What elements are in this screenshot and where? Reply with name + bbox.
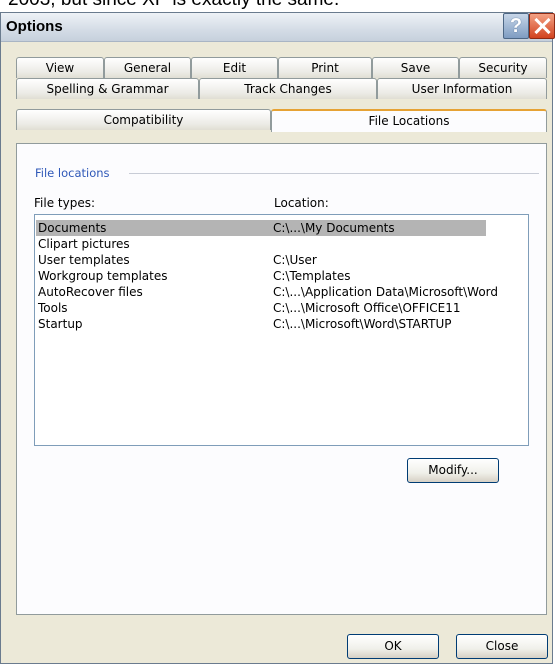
ok-button[interactable]: OK <box>347 634 439 659</box>
caption-text: 2003, but since XP is exactly the same. <box>8 0 339 11</box>
list-item[interactable]: Clipart pictures <box>36 236 486 252</box>
caption-fragment: 2003, but since XP is exactly the same. <box>0 0 555 12</box>
location: C:\User <box>273 253 317 267</box>
file-type: Startup <box>38 317 83 331</box>
file-locations-list[interactable]: Documents C:\...\My Documents Clipart pi… <box>34 214 529 446</box>
list-item[interactable]: User templates C:\User <box>36 252 486 268</box>
options-dialog: Options ? View General Edit Print Save S… <box>0 12 555 664</box>
group-divider <box>129 173 539 174</box>
location: C:\...\Microsoft\Word\STARTUP <box>273 317 452 331</box>
column-header-location: Location: <box>274 196 329 210</box>
tab-row-1: View General Edit Print Save Security <box>16 57 547 79</box>
file-locations-panel: File locations File types: Location: Doc… <box>16 143 547 615</box>
tab-user-information[interactable]: User Information <box>377 78 547 99</box>
file-type: User templates <box>38 253 130 267</box>
window-title: Options <box>6 18 63 35</box>
location: C:\Templates <box>273 269 351 283</box>
tab-file-locations[interactable]: File Locations <box>271 109 547 132</box>
list-item[interactable]: Startup C:\...\Microsoft\Word\STARTUP <box>36 316 486 332</box>
modify-button[interactable]: Modify... <box>407 458 499 483</box>
tab-compatibility[interactable]: Compatibility <box>16 109 271 130</box>
file-type: Clipart pictures <box>38 237 130 251</box>
tab-spelling-grammar[interactable]: Spelling & Grammar <box>16 78 199 99</box>
title-bar: Options ? <box>1 13 555 42</box>
close-button[interactable]: Close <box>456 634 548 659</box>
tab-track-changes[interactable]: Track Changes <box>199 78 377 99</box>
tab-print[interactable]: Print <box>278 57 372 78</box>
list-item[interactable]: Tools C:\...\Microsoft Office\OFFICE11 <box>36 300 486 316</box>
tab-row-2: Spelling & Grammar Track Changes User In… <box>16 78 547 100</box>
tab-general[interactable]: General <box>104 57 191 78</box>
close-icon <box>534 18 550 34</box>
file-type: Tools <box>38 301 68 315</box>
file-type: Documents <box>38 221 107 235</box>
help-icon: ? <box>509 15 523 37</box>
file-type: Workgroup templates <box>38 269 168 283</box>
list-item[interactable]: Workgroup templates C:\Templates <box>36 268 486 284</box>
column-header-file-types: File types: <box>34 196 95 210</box>
tab-security[interactable]: Security <box>459 57 547 78</box>
location: C:\...\Application Data\Microsoft\Word <box>273 285 499 299</box>
list-item[interactable]: AutoRecover files C:\...\Application Dat… <box>36 284 498 300</box>
location: C:\...\Microsoft Office\OFFICE11 <box>273 301 461 315</box>
tab-edit[interactable]: Edit <box>191 57 278 78</box>
file-type: AutoRecover files <box>38 285 143 299</box>
group-label: File locations <box>35 166 110 180</box>
location: C:\...\My Documents <box>273 221 395 235</box>
close-window-button[interactable] <box>529 13 555 39</box>
tab-row-3: Compatibility File Locations <box>16 109 547 132</box>
tab-view[interactable]: View <box>16 57 104 78</box>
list-item[interactable]: Documents C:\...\My Documents <box>36 220 486 236</box>
help-button[interactable]: ? <box>503 13 529 39</box>
tab-save[interactable]: Save <box>372 57 459 78</box>
